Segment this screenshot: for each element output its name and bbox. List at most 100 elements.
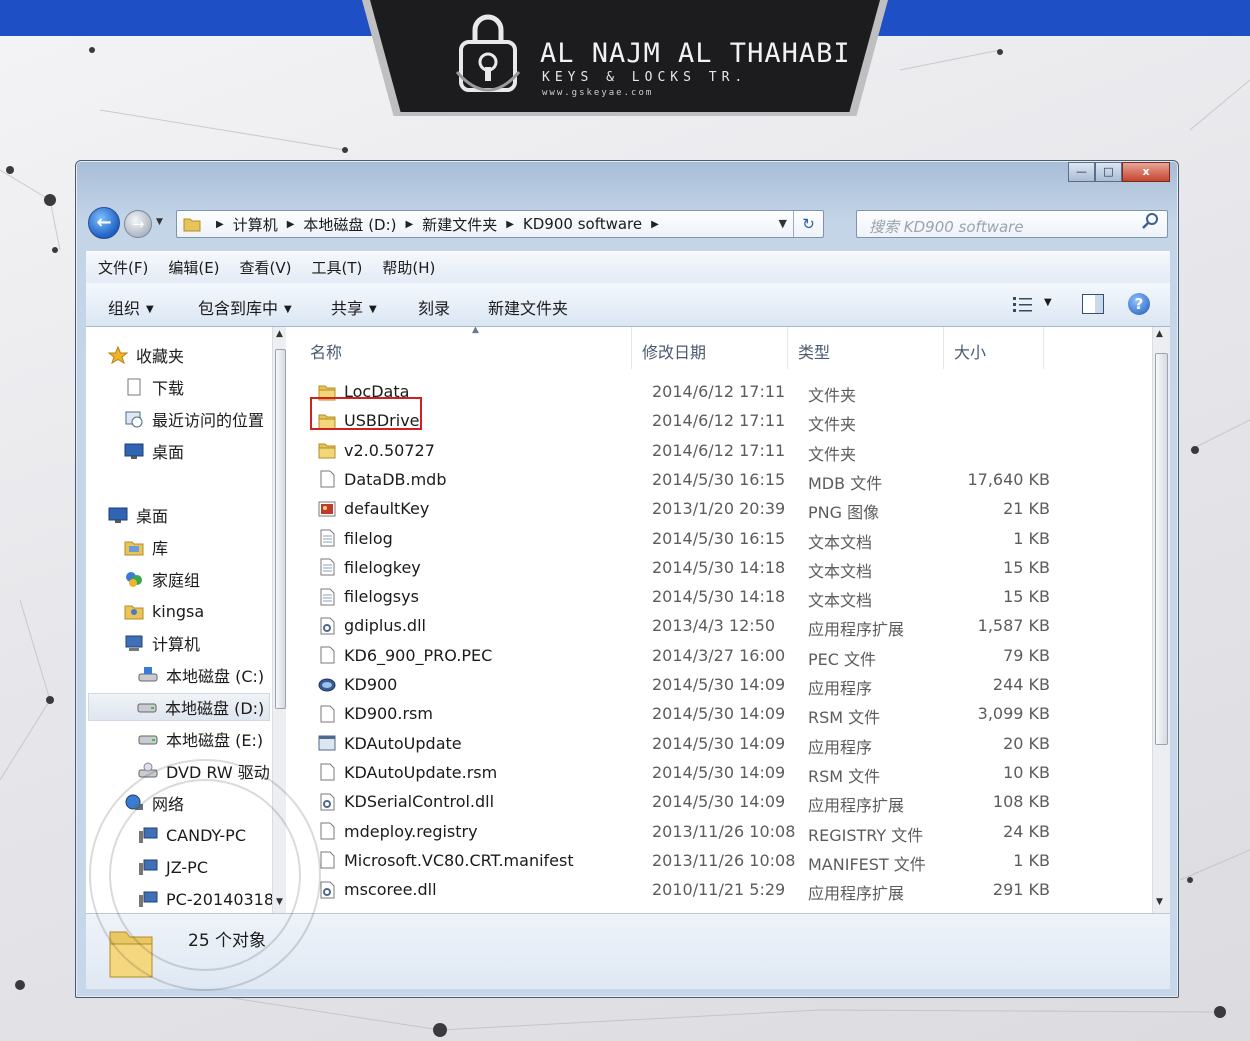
file-row[interactable]: KDAutoUpdate.rsm 2014/5/30 14:09 RSM 文件 10 … <box>300 758 1150 787</box>
breadcrumb-separator[interactable]: ▶ <box>506 219 514 230</box>
breadcrumb-drive-d[interactable]: 本地磁盘 (D:) <box>303 214 396 235</box>
breadcrumb-separator[interactable]: ▶ <box>216 219 224 230</box>
file-icon <box>320 851 335 869</box>
nav-computer[interactable]: 计算机 <box>124 629 200 657</box>
breadcrumb-kd900-software[interactable]: KD900 software <box>523 215 642 233</box>
share-button[interactable]: 共享 ▼ <box>331 295 377 319</box>
file-name-cell[interactable]: KD900 <box>318 675 397 694</box>
menu-tools[interactable]: 工具(T) <box>312 257 363 278</box>
burn-button[interactable]: 刻录 <box>418 295 450 319</box>
new-folder-button[interactable]: 新建文件夹 <box>488 295 568 319</box>
file-row[interactable]: filelogkey 2014/5/30 14:18 文本文档 15 KB <box>300 553 1150 582</box>
file-name-cell[interactable]: filelog <box>318 529 393 548</box>
column-header-size[interactable]: 大小 <box>944 327 1044 369</box>
address-bar[interactable]: ▶ 计算机 ▶ 本地磁盘 (D:) ▶ 新建文件夹 ▶ KD900 softwa… <box>176 210 824 238</box>
file-row[interactable]: KD900 2014/5/30 14:09 应用程序 244 KB <box>300 670 1150 699</box>
file-name-cell[interactable]: mscoree.dll <box>318 880 437 899</box>
nav-homegroup[interactable]: 家庭组 <box>124 565 200 593</box>
nav-drive-e[interactable]: 本地磁盘 (E:) <box>138 725 263 753</box>
file-row[interactable]: DataDB.mdb 2014/5/30 16:15 MDB 文件 17,640 KB <box>300 465 1150 494</box>
file-row[interactable]: mscoree.dll 2010/11/21 5:29 应用程序扩展 291 KB <box>300 875 1150 904</box>
scroll-up-icon[interactable]: ▲ <box>1156 329 1163 339</box>
file-list-scrollbar[interactable]: ▲ ▼ <box>1152 327 1170 913</box>
file-row[interactable]: KDAutoUpdate 2014/5/30 14:09 应用程序 20 KB <box>300 729 1150 758</box>
file-row[interactable]: Microsoft.VC80.CRT.manifest 2013/11/26 10… <box>300 846 1150 875</box>
maximize-button[interactable]: □ <box>1095 162 1122 182</box>
nav-favorites[interactable]: 收藏夹 <box>108 341 184 369</box>
file-date: 2014/6/12 17:11 <box>652 411 786 431</box>
preview-pane-icon[interactable] <box>1082 294 1104 314</box>
file-row[interactable]: filelog 2014/5/30 16:15 文本文档 1 KB <box>300 524 1150 553</box>
file-row[interactable]: gdiplus.dll 2013/4/3 12:50 应用程序扩展 1,587 KB <box>300 611 1150 640</box>
forward-button[interactable]: → <box>124 210 152 238</box>
file-row[interactable]: v2.0.50727 2014/6/12 17:11 文件夹 <box>300 436 1150 465</box>
file-name-cell[interactable]: defaultKey <box>318 499 429 518</box>
menu-file[interactable]: 文件(F) <box>98 257 148 278</box>
nav-dvd-drive[interactable]: DVD RW 驱动 <box>138 757 270 785</box>
file-row[interactable]: LocData 2014/6/12 17:11 文件夹 <box>300 377 1150 406</box>
column-header-date[interactable]: 修改日期 <box>632 327 788 369</box>
search-input[interactable]: 搜索 KD900 software <box>856 210 1168 238</box>
nav-user-folder[interactable]: kingsa <box>124 597 204 625</box>
organize-button[interactable]: 组织 ▼ <box>108 295 154 319</box>
file-row[interactable]: USBDrive 2014/6/12 17:11 文件夹 <box>300 406 1150 435</box>
file-name-cell[interactable]: filelogkey <box>318 558 421 577</box>
menu-help[interactable]: 帮助(H) <box>382 257 435 278</box>
breadcrumb-separator[interactable]: ▶ <box>406 219 414 230</box>
nav-desktop-favorite[interactable]: 桌面 <box>124 437 184 465</box>
address-history-dropdown[interactable]: ▼ <box>779 217 787 230</box>
file-date: 2013/11/26 10:08 <box>652 821 796 841</box>
breadcrumb-separator[interactable]: ▶ <box>651 219 659 230</box>
nav-drive-d[interactable]: 本地磁盘 (D:) <box>88 693 270 721</box>
file-name-cell[interactable]: KD900.rsm <box>318 704 433 723</box>
breadcrumb-new-folder[interactable]: 新建文件夹 <box>422 214 497 235</box>
file-name-cell[interactable]: mdeploy.registry <box>318 822 478 841</box>
nav-scrollbar[interactable]: ▲ ▼ <box>272 327 286 913</box>
minimize-button[interactable]: — <box>1068 162 1095 182</box>
breadcrumb-separator[interactable]: ▶ <box>287 219 295 230</box>
nav-network[interactable]: 网络 <box>124 789 184 817</box>
chevron-down-icon[interactable]: ▼ <box>1044 297 1052 308</box>
nav-network-pc[interactable]: PC-20140318 <box>138 885 274 913</box>
file-scroll-thumb[interactable] <box>1155 353 1168 745</box>
file-name-cell[interactable]: gdiplus.dll <box>318 616 426 635</box>
file-row[interactable]: KDSerialControl.dll 2014/5/30 14:09 应用程序扩展… <box>300 787 1150 816</box>
file-row[interactable]: defaultKey 2013/1/20 20:39 PNG 图像 21 KB <box>300 494 1150 523</box>
nav-recent-places[interactable]: 最近访问的位置 <box>124 405 264 433</box>
nav-scroll-thumb[interactable] <box>275 349 286 709</box>
include-library-button[interactable]: 包含到库中 ▼ <box>198 295 292 319</box>
nav-drive-c[interactable]: 本地磁盘 (C:) <box>138 661 264 689</box>
nav-downloads[interactable]: 下载 <box>124 373 184 401</box>
file-name-cell[interactable]: v2.0.50727 <box>318 441 435 460</box>
file-row[interactable]: filelogsys 2014/5/30 14:18 文本文档 15 KB <box>300 582 1150 611</box>
search-icon[interactable] <box>1142 212 1159 229</box>
nav-network-pc[interactable]: CANDY-PC <box>138 821 246 849</box>
refresh-icon[interactable]: ↻ <box>793 211 823 237</box>
breadcrumb-computer[interactable]: 计算机 <box>233 214 278 235</box>
file-name-cell[interactable]: filelogsys <box>318 587 419 606</box>
view-options-icon[interactable] <box>1012 295 1034 313</box>
menu-edit[interactable]: 编辑(E) <box>168 257 219 278</box>
file-row[interactable]: KD6_900_PRO.PEC 2014/3/27 16:00 PEC 文件 79 K… <box>300 641 1150 670</box>
nav-libraries[interactable]: 库 <box>124 533 168 561</box>
menu-view[interactable]: 查看(V) <box>240 257 292 278</box>
file-name-cell[interactable]: KDSerialControl.dll <box>318 792 494 811</box>
recent-pages-dropdown[interactable]: ▼ <box>156 217 163 227</box>
column-header-name[interactable]: 名称 ▲ <box>300 327 632 369</box>
file-name-cell[interactable]: KD6_900_PRO.PEC <box>318 646 492 665</box>
close-button[interactable]: x <box>1122 162 1170 182</box>
back-button[interactable]: ← <box>88 207 120 239</box>
scroll-up-icon[interactable]: ▲ <box>276 329 283 339</box>
scroll-down-icon[interactable]: ▼ <box>1156 897 1163 907</box>
file-row[interactable]: mdeploy.registry 2013/11/26 10:08 REGISTRY… <box>300 817 1150 846</box>
help-icon[interactable]: ? <box>1128 293 1150 315</box>
file-name-cell[interactable]: KDAutoUpdate.rsm <box>318 763 497 782</box>
nav-network-pc[interactable]: JZ-PC <box>138 853 208 881</box>
file-name-cell[interactable]: DataDB.mdb <box>318 470 446 489</box>
file-row[interactable]: KD900.rsm 2014/5/30 14:09 RSM 文件 3,099 KB <box>300 699 1150 728</box>
column-header-type[interactable]: 类型 <box>788 327 944 369</box>
file-name-cell[interactable]: Microsoft.VC80.CRT.manifest <box>318 851 574 870</box>
scroll-down-icon[interactable]: ▼ <box>276 897 283 907</box>
nav-desktop[interactable]: 桌面 <box>108 501 168 529</box>
file-name-cell[interactable]: KDAutoUpdate <box>318 734 462 753</box>
